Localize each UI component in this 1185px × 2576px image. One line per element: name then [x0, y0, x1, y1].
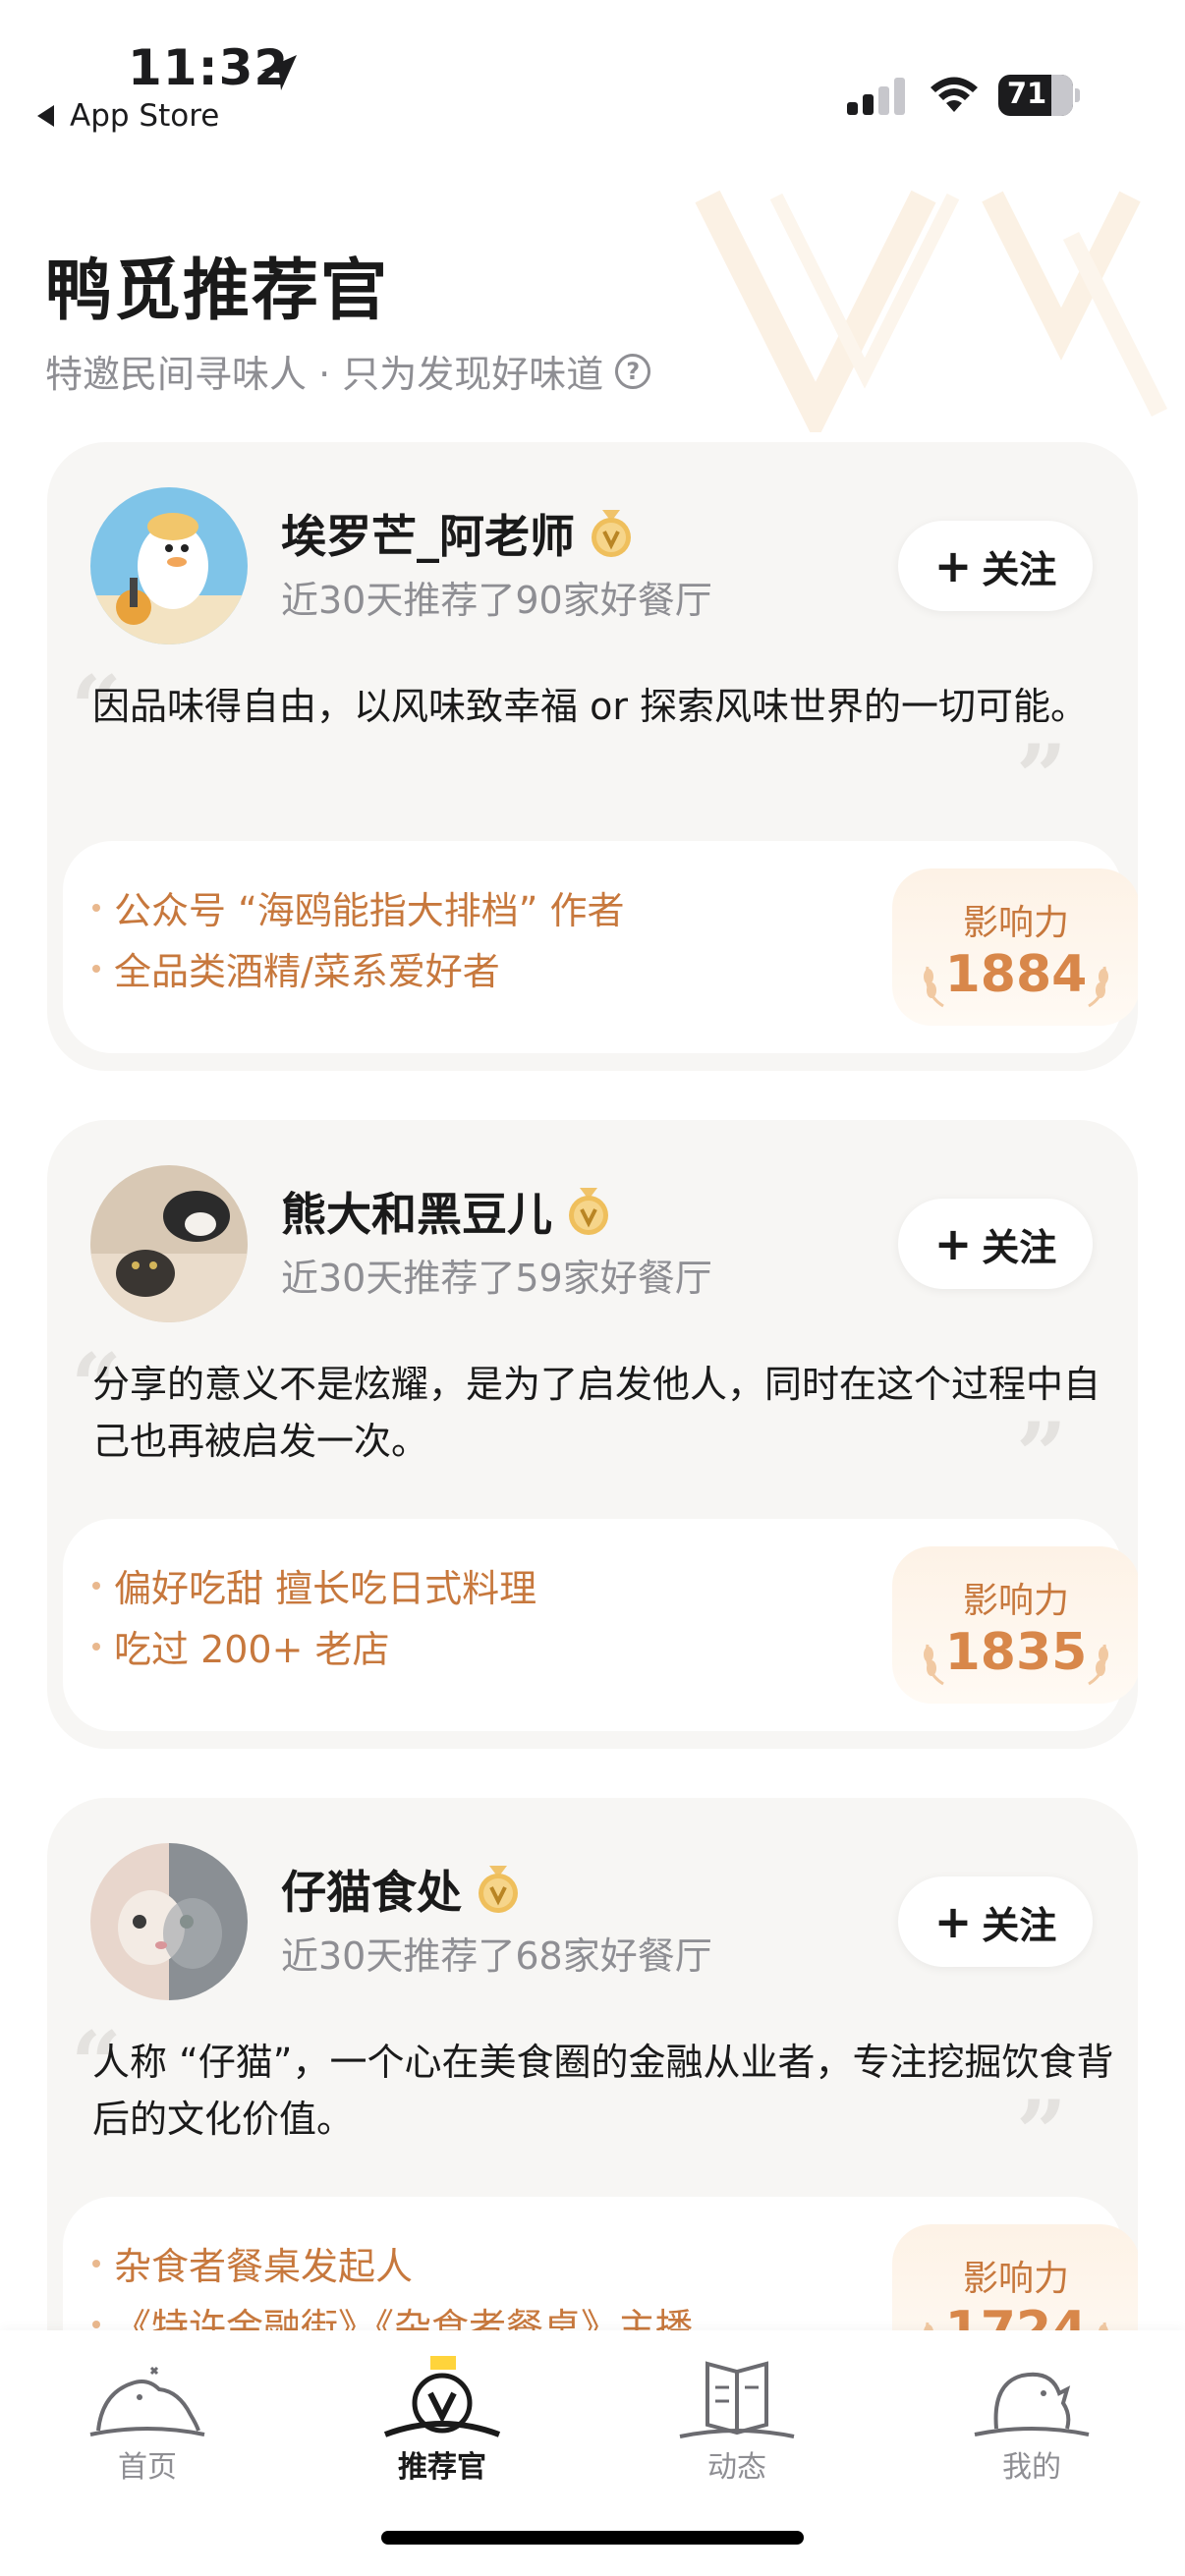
tag-item: 公众号 “海鸥能指大排档” 作者: [92, 880, 625, 934]
influence-panel: 影响力 1724: [892, 2224, 1138, 2330]
influence-panel: 影响力 1835: [892, 1546, 1138, 1704]
tag-text: 偏好吃甜 擅长吃日式料理: [114, 1567, 537, 1610]
battery-level: 71: [1006, 77, 1047, 110]
recommender-card[interactable]: 埃罗芒_阿老师 近30天推荐了90家好餐厅 + 关注 “ 因品味得自由，以风味致…: [47, 442, 1138, 1071]
tab-home[interactable]: 首页: [0, 2330, 295, 2488]
name-row: 仔猫食处: [281, 1857, 521, 1922]
tag-text: 公众号 “海鸥能指大排档” 作者: [114, 889, 625, 932]
tag-item: 吃过 200+ 老店: [92, 1619, 390, 1673]
influence-label: 影响力: [962, 1581, 1069, 1621]
recommender-card[interactable]: 仔猫食处 近30天推荐了68家好餐厅 + 关注 “ 人称 “仔猫”，一个心在美食…: [47, 1798, 1138, 2330]
tab-label: 推荐官: [398, 2450, 486, 2485]
location-arrow-icon: [261, 55, 297, 90]
recommender-feed[interactable]: 埃罗芒_阿老师 近30天推荐了90家好餐厅 + 关注 “ 因品味得自由，以风味致…: [47, 442, 1138, 2330]
avatar[interactable]: [90, 1843, 248, 2000]
avatar[interactable]: [90, 1165, 248, 1322]
recommender-bio: 因品味得自由，以风味致幸福 or 探索风味世界的一切可能。: [92, 685, 1089, 728]
tab-label: 我的: [1002, 2450, 1061, 2485]
tags-panel: 公众号 “海鸥能指大排档” 作者 全品类酒精/菜系爱好者 影响力 1884: [63, 841, 1138, 1053]
book-icon: [679, 2361, 795, 2438]
plus-icon: +: [933, 1217, 973, 1270]
profile-duck-icon: [974, 2372, 1090, 2436]
name-row: 埃罗芒_阿老师: [281, 501, 634, 566]
recommender-icon: [383, 2356, 501, 2437]
laurel-right-icon: [1088, 966, 1108, 1008]
back-triangle-icon: [37, 105, 54, 127]
tags-panel: 杂食者餐桌发起人 《特许金融街》《杂食者餐桌》主播 影响力 1724: [63, 2197, 1138, 2330]
recent-count: 近30天推荐了59家好餐厅: [281, 1257, 712, 1300]
recent-count: 近30天推荐了68家好餐厅: [281, 1934, 712, 1978]
battery-indicator: 71: [998, 75, 1080, 116]
follow-label: 关注: [982, 547, 1057, 591]
recommender-bio: 人称 “仔猫”，一个心在美食圈的金融从业者，专注挖掘饮食背后的文化价值。: [92, 2041, 1114, 2141]
tag-text: 全品类酒精/菜系爱好者: [114, 950, 500, 993]
close-quote-icon: ”: [1016, 2081, 1067, 2185]
plus-icon: +: [933, 539, 973, 592]
verified-medal-icon: [592, 510, 631, 557]
recommender-name[interactable]: 熊大和黑豆儿: [281, 1179, 552, 1244]
tab-profile[interactable]: 我的: [884, 2330, 1179, 2488]
tag-text: 吃过 200+ 老店: [114, 1628, 390, 1671]
wifi-icon: [931, 77, 978, 112]
tab-label: 首页: [118, 2450, 177, 2485]
duck-home-icon: [89, 2366, 205, 2436]
help-icon[interactable]: ?: [615, 353, 651, 389]
recent-count: 近30天推荐了90家好餐厅: [281, 579, 712, 622]
home-indicator: [381, 2531, 804, 2545]
tag-item: 偏好吃甜 擅长吃日式料理: [92, 1558, 536, 1612]
recommender-bio: 分享的意义不是炫耀，是为了启发他人，同时在这个过程中自己也再被启发一次。: [92, 1363, 1101, 1463]
tab-recommender[interactable]: 推荐官: [295, 2330, 590, 2488]
follow-label: 关注: [982, 1225, 1057, 1269]
recommender-card[interactable]: 熊大和黑豆儿 近30天推荐了59家好餐厅 + 关注 “ 分享的意义不是炫耀，是为…: [47, 1120, 1138, 1749]
header-watermark-graphic: [695, 190, 1168, 432]
follow-button[interactable]: + 关注: [898, 521, 1093, 611]
tag-item: 全品类酒精/菜系爱好者: [92, 941, 500, 995]
follow-label: 关注: [982, 1903, 1057, 1947]
tab-label: 动态: [707, 2450, 766, 2485]
influence-panel: 影响力 1884: [892, 868, 1138, 1026]
recommender-name[interactable]: 仔猫食处: [281, 1857, 462, 1922]
close-quote-icon: ”: [1016, 1403, 1067, 1507]
laurel-right-icon: [1099, 2322, 1108, 2330]
tag-item: 杂食者餐桌发起人: [92, 2236, 413, 2290]
influence-label: 影响力: [962, 2259, 1069, 2299]
tags-panel: 偏好吃甜 擅长吃日式料理 吃过 200+ 老店 影响力 1835: [63, 1519, 1138, 1731]
page-subtitle: 特邀民间寻味人 · 只为发现好味道 ?: [45, 344, 651, 398]
laurel-right-icon: [1088, 1644, 1108, 1686]
recommender-name[interactable]: 埃罗芒_阿老师: [281, 501, 575, 566]
avatar[interactable]: [90, 487, 248, 644]
influence-label: 影响力: [962, 903, 1069, 943]
tag-item: 《特许金融街》《杂食者餐桌》主播: [92, 2297, 693, 2330]
follow-button[interactable]: + 关注: [898, 1199, 1093, 1289]
plus-icon: +: [933, 1895, 973, 1948]
tab-feed[interactable]: 动态: [590, 2330, 884, 2488]
subtitle-text: 特邀民间寻味人 · 只为发现好味道: [45, 353, 604, 396]
cellular-signal-icon: [847, 78, 905, 115]
verified-medal-icon: [479, 1866, 518, 1913]
back-app-label: App Store: [70, 98, 220, 134]
status-bar: 11:32 App Store 71: [0, 0, 1185, 147]
close-quote-icon: ”: [1016, 725, 1067, 829]
name-row: 熊大和黑豆儿: [281, 1179, 611, 1244]
page-title: 鸭觅推荐官: [45, 252, 390, 330]
tag-text: 《特许金融街》《杂食者餐桌》主播: [114, 2306, 694, 2330]
verified-medal-icon: [569, 1188, 608, 1235]
back-to-app-link[interactable]: App Store: [37, 98, 219, 134]
follow-button[interactable]: + 关注: [898, 1876, 1093, 1967]
tag-text: 杂食者餐桌发起人: [114, 2245, 414, 2288]
